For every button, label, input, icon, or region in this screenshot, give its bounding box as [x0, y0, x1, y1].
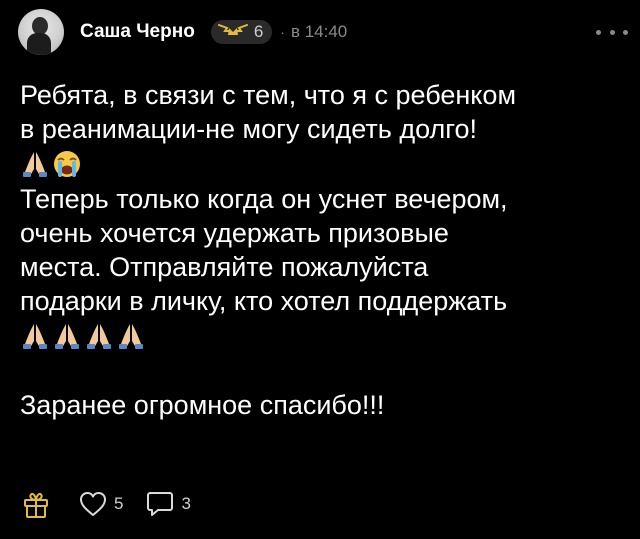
- emoji-row: [20, 146, 630, 182]
- separator-dot: ·: [280, 24, 285, 40]
- post-body: Ребята, в связи с тем, что я с ребенком …: [20, 78, 630, 422]
- post-time: в 14:40: [290, 22, 348, 41]
- post-header: Саша Черно 6 · в 14:40: [18, 8, 628, 56]
- level-badge[interactable]: 6: [210, 20, 273, 44]
- post-text-line: Заранее огромное спасибо!!!: [20, 390, 385, 420]
- avatar[interactable]: [18, 9, 64, 55]
- comment-count: 3: [181, 494, 191, 513]
- avatar-figure-body: [27, 33, 51, 55]
- post-text-line: места. Отправляйте пожалуйста: [20, 252, 429, 282]
- post-text-line: очень хочется удержать призовые: [20, 218, 449, 248]
- comment-button[interactable]: 3: [145, 489, 191, 519]
- folded-hands-icon: [119, 324, 143, 349]
- comment-icon: [147, 492, 174, 516]
- post-card: Саша Черно 6 · в 14:40 Ребята, в связи с…: [0, 0, 640, 539]
- folded-hands-icon: [23, 324, 47, 349]
- like-button[interactable]: 5: [78, 490, 123, 518]
- gift-button[interactable]: [20, 488, 52, 520]
- author-name[interactable]: Саша Черно: [80, 21, 195, 43]
- post-text-line: подарки в личку, кто хотел поддержать: [20, 286, 508, 316]
- post-actions: 5 3: [20, 486, 191, 522]
- like-count: 5: [114, 494, 124, 513]
- folded-hands-icon: [55, 324, 79, 349]
- emoji-row: [20, 318, 630, 354]
- more-icon: [596, 29, 601, 35]
- badge-level: 6: [253, 22, 264, 41]
- post-text-line: Теперь только когда он уснет вечером,: [20, 184, 508, 214]
- folded-hands-icon: [23, 152, 47, 177]
- crown-wings-icon: [217, 22, 248, 43]
- post-text-line: Ребята, в связи с тем, что я с ребенком: [20, 80, 517, 110]
- heart-icon: [80, 492, 106, 516]
- post-text-line: в реанимации-не могу сидеть долго!: [20, 114, 478, 144]
- loudly-crying-face-icon: [54, 151, 80, 177]
- more-options-button[interactable]: [596, 22, 628, 42]
- folded-hands-icon: [87, 324, 111, 349]
- gift-icon: [24, 492, 48, 518]
